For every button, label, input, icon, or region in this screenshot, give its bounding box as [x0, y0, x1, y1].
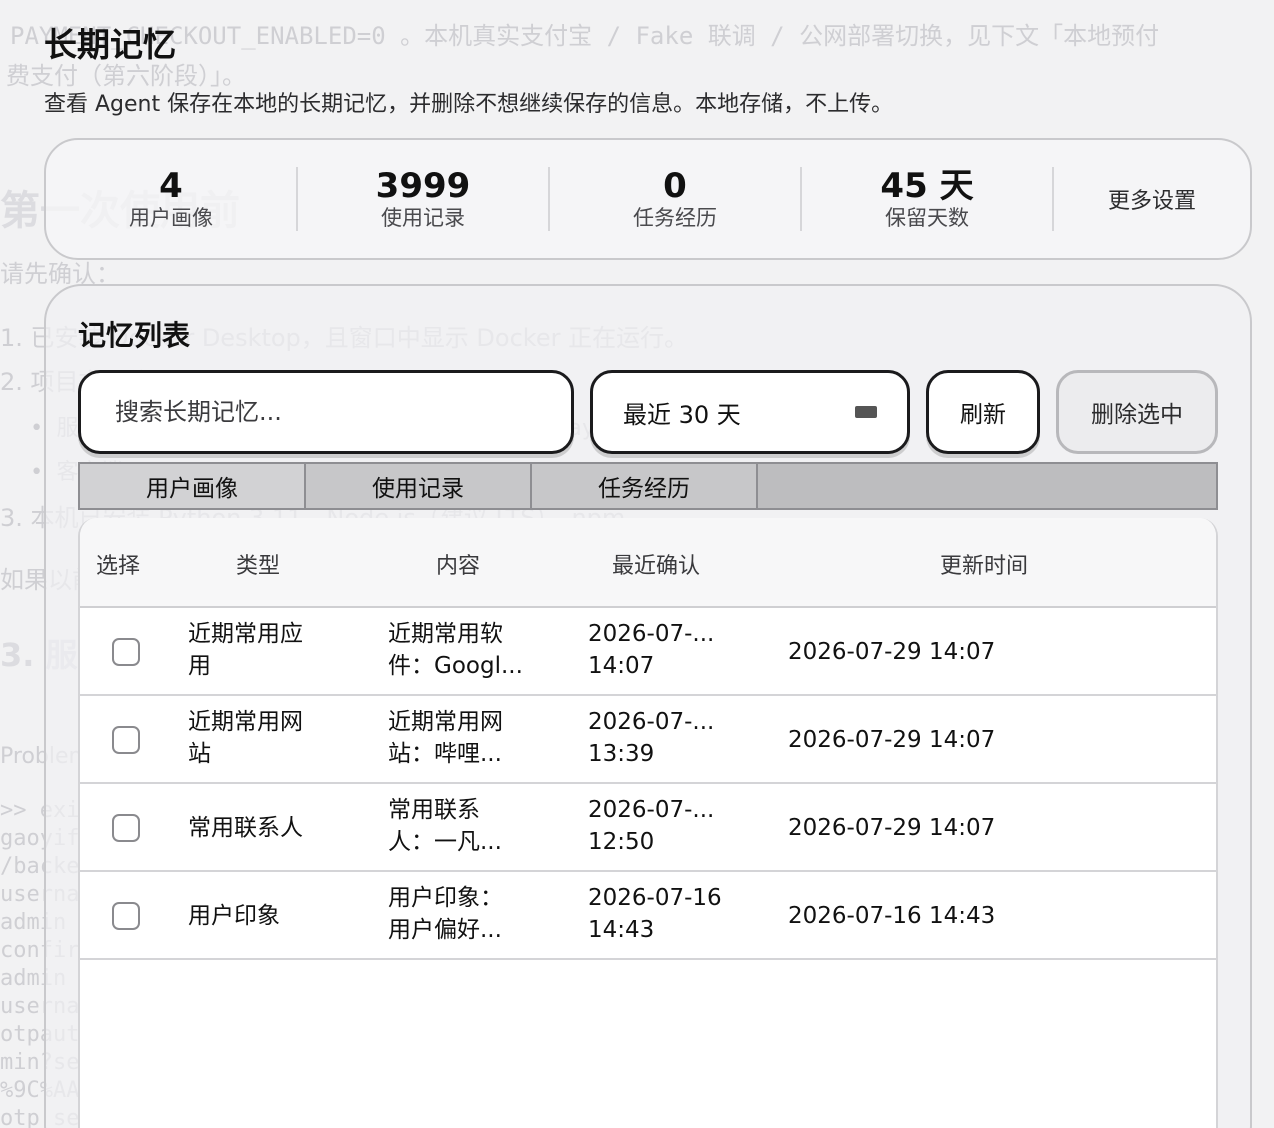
bg-env-line: PAYMENT_CHECKOUT_ENABLED=0 。本机真实支付宝 / Fa…	[10, 22, 1160, 50]
cell-content: 近期常用软 件：Googl...	[388, 621, 523, 679]
stat-label: 使用记录	[381, 206, 465, 230]
tab-user-profile[interactable]: 用户画像	[80, 464, 306, 508]
row-checkbox[interactable]	[112, 814, 140, 842]
row-checkbox[interactable]	[112, 902, 140, 930]
cell-last-confirmed: 2026-07-... 14:07	[588, 621, 715, 679]
dialog-subtitle: 查看 Agent 保存在本地的长期记忆，并删除不想继续保存的信息。本地存储，不上…	[44, 92, 894, 117]
delete-selected-button[interactable]: 删除选中	[1056, 370, 1218, 454]
row-checkbox[interactable]	[112, 638, 140, 666]
tab-usage-records[interactable]: 使用记录	[306, 464, 532, 508]
column-header-select: 选择	[96, 554, 141, 579]
stat-task-history: 0 任务经历	[550, 167, 802, 231]
stat-user-profile: 4 用户画像	[46, 167, 298, 231]
cell-last-confirmed: 2026-07-... 12:50	[588, 797, 715, 855]
stat-value: 3999	[375, 166, 471, 206]
column-header-content: 内容	[436, 554, 481, 579]
memory-list-title: 记忆列表	[78, 319, 191, 352]
time-range-value: 最近 30 天	[623, 400, 741, 429]
tab-task-history[interactable]: 任务经历	[532, 464, 758, 508]
refresh-button[interactable]: 刷新	[926, 370, 1040, 454]
stat-value: 4	[159, 166, 183, 206]
stat-value: 45 天	[880, 166, 974, 206]
cell-type: 用户印象	[188, 903, 280, 929]
stats-card: 4 用户画像 3999 使用记录 0 任务经历 45 天 保留天数 更多设置	[44, 138, 1252, 260]
more-settings-link[interactable]: 更多设置	[1054, 183, 1250, 215]
cell-last-confirmed: 2026-07-... 13:39	[588, 709, 715, 767]
column-header-last-confirmed: 最近确认	[612, 554, 701, 579]
stat-label: 保留天数	[885, 206, 969, 230]
table-row[interactable]: 常用联系人 常用联系 人：一凡... 2026-07-... 12:50 2026-…	[80, 784, 1216, 872]
cell-updated: 2026-07-29 14:07	[788, 815, 996, 841]
table-row[interactable]: 用户印象 用户印象： 用户偏好... 2026-07-16 14:43 2026-0…	[80, 872, 1216, 960]
cell-updated: 2026-07-29 14:07	[788, 639, 996, 665]
cell-content: 近期常用网 站：哔哩...	[388, 709, 503, 767]
table-row[interactable]: 近期常用应用 近期常用软 件：Googl... 2026-07-... 14:07 …	[80, 608, 1216, 696]
cell-type: 常用联系人	[188, 815, 303, 841]
stat-value: 0	[663, 166, 687, 206]
stat-usage-records: 3999 使用记录	[298, 167, 550, 231]
row-checkbox[interactable]	[112, 726, 140, 754]
memory-table: 选择 类型 内容 最近确认 更新时间 近期常用应用 近期常用软 件：Googl..…	[78, 518, 1218, 1128]
search-input[interactable]	[78, 370, 574, 454]
cell-type: 近期常用应用	[188, 621, 303, 679]
dialog-title: 长期记忆	[44, 25, 176, 64]
cell-content: 常用联系 人：一凡...	[388, 797, 502, 855]
select-caret-icon	[855, 406, 877, 418]
stat-label: 任务经历	[633, 206, 717, 230]
memory-tabs: 用户画像 使用记录 任务经历	[78, 462, 1218, 510]
column-header-type: 类型	[236, 554, 281, 579]
column-header-updated: 更新时间	[940, 554, 1029, 579]
cell-updated: 2026-07-29 14:07	[788, 727, 996, 753]
stat-retention-days: 45 天 保留天数	[802, 167, 1054, 231]
cell-last-confirmed: 2026-07-16 14:43	[588, 885, 722, 943]
cell-content: 用户印象： 用户偏好...	[388, 885, 503, 943]
stat-label: 用户画像	[129, 206, 213, 230]
cell-type: 近期常用网站	[188, 709, 303, 767]
table-header: 选择 类型 内容 最近确认 更新时间	[80, 518, 1216, 608]
table-row[interactable]: 近期常用网站 近期常用网 站：哔哩... 2026-07-... 13:39 202…	[80, 696, 1216, 784]
time-range-select[interactable]: 最近 30 天	[590, 370, 910, 454]
cell-updated: 2026-07-16 14:43	[788, 903, 996, 929]
